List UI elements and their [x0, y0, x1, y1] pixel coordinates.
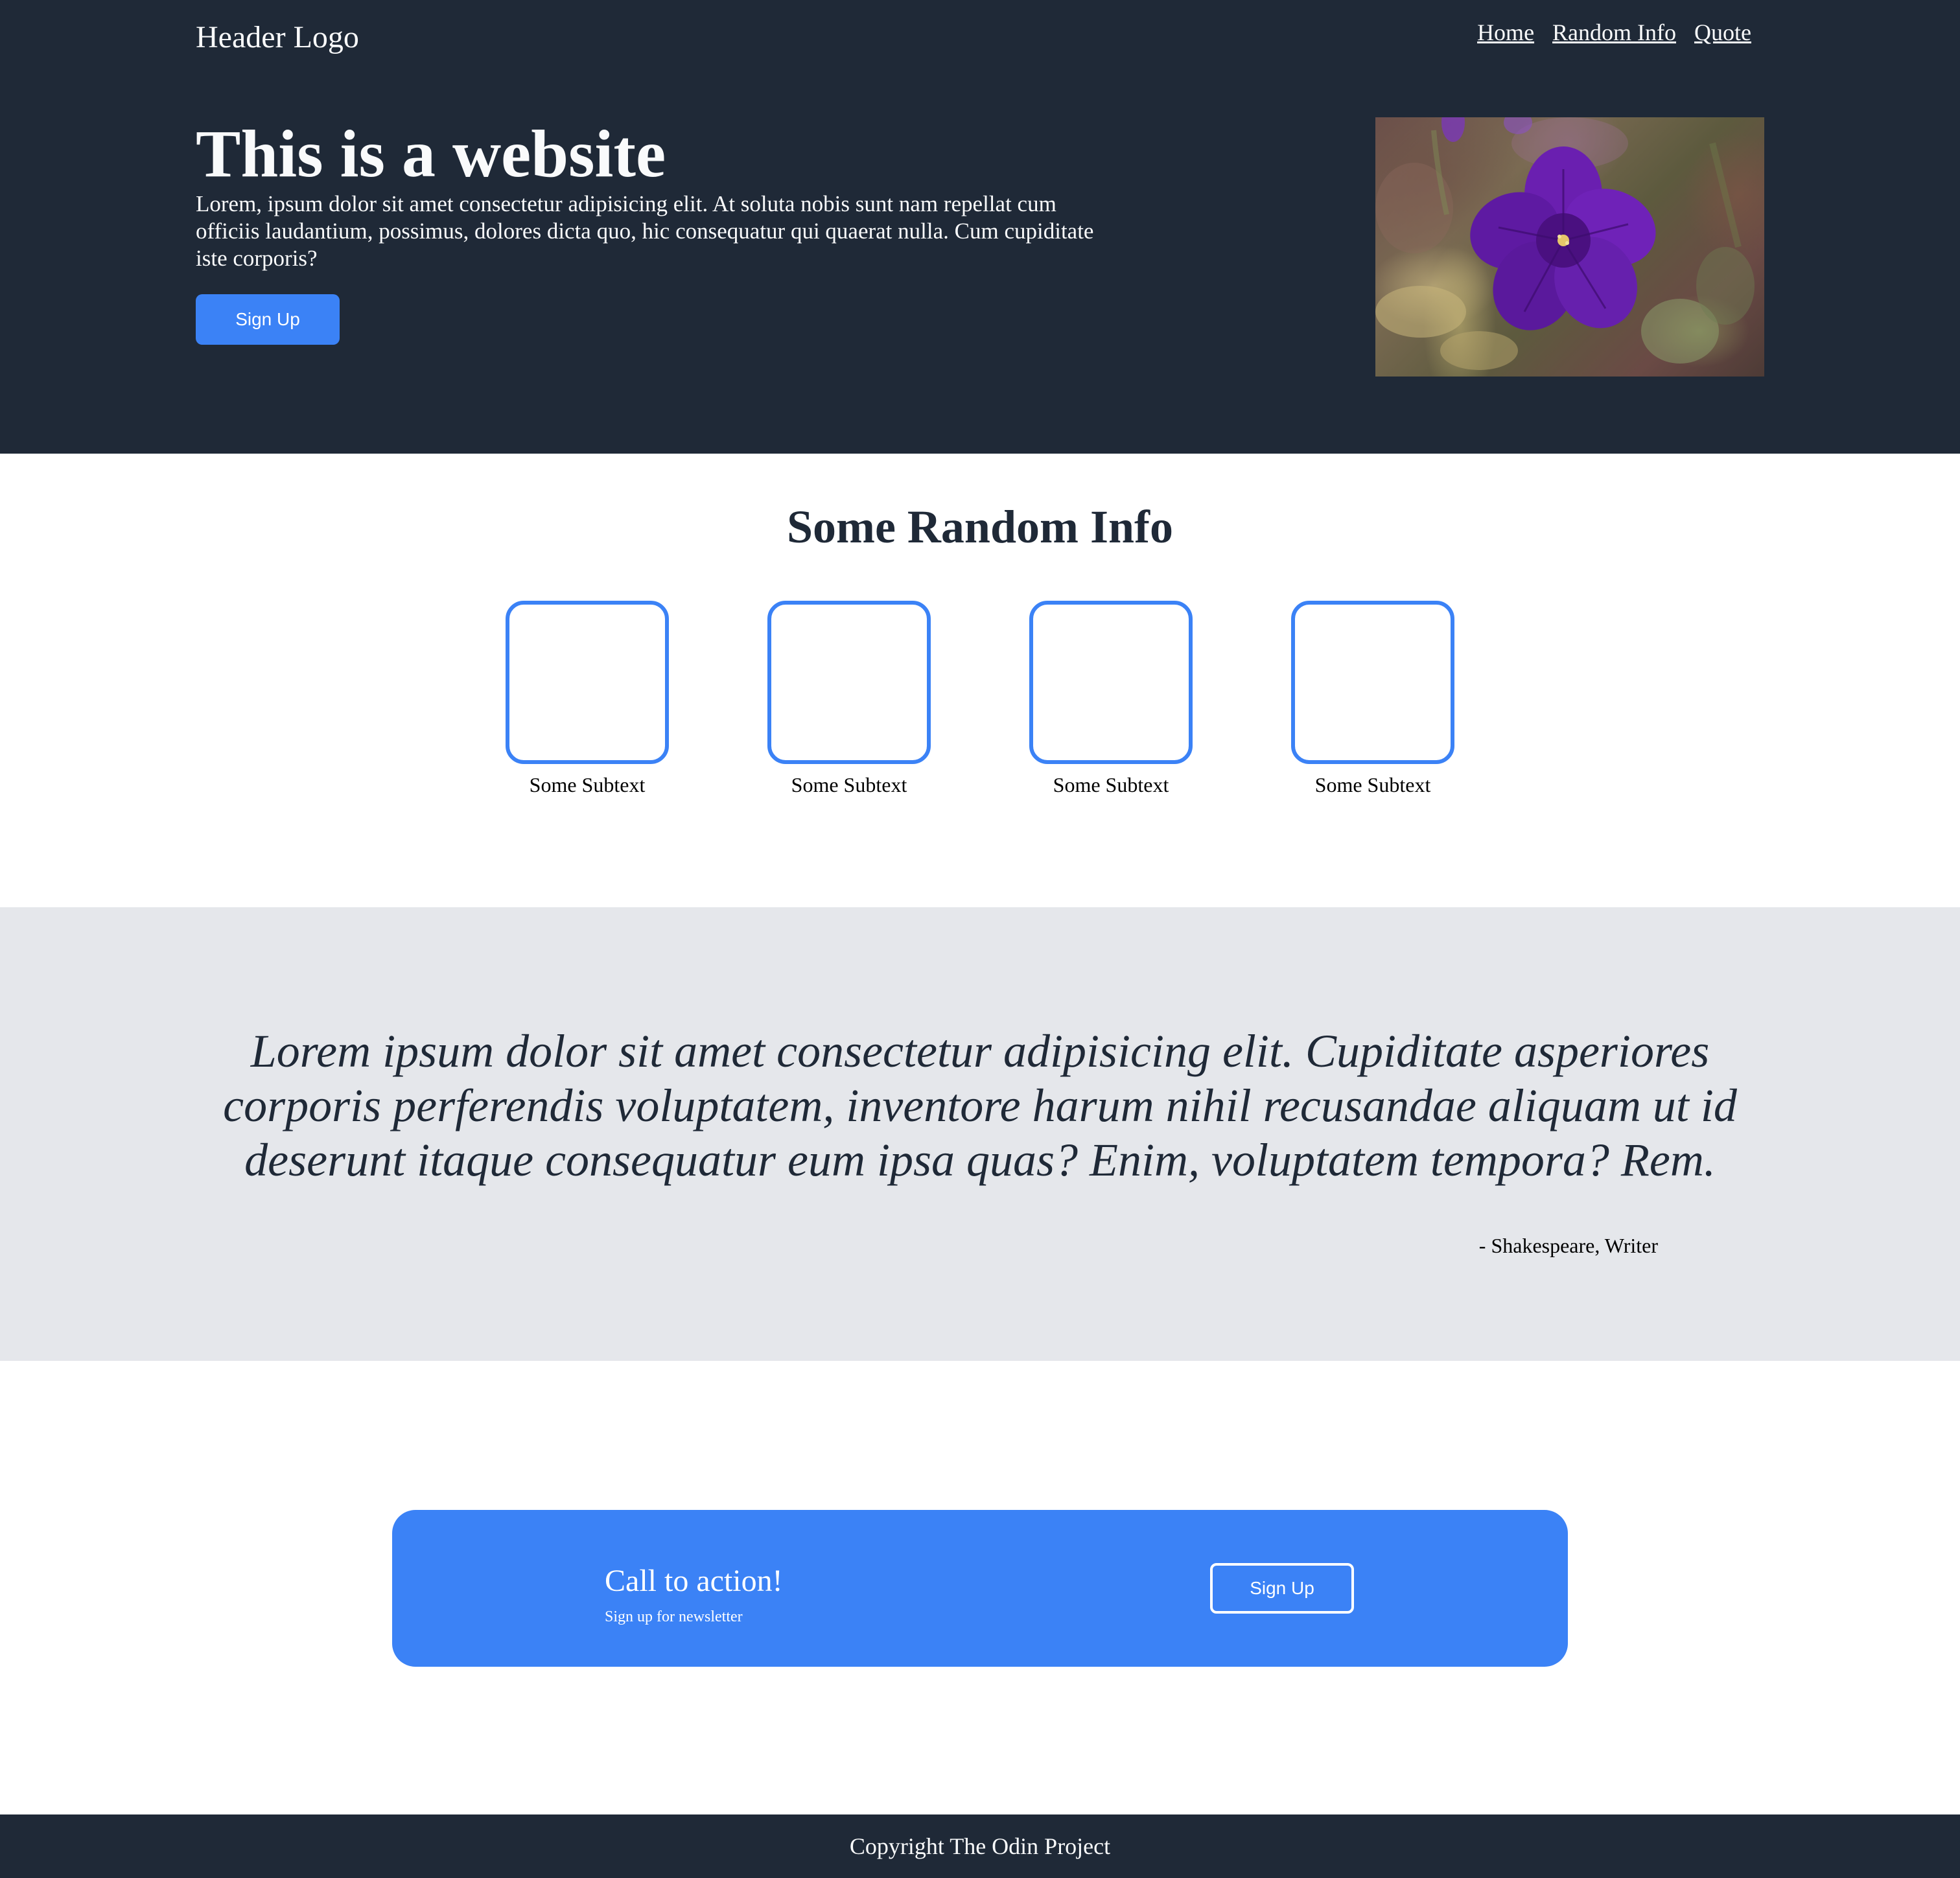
hero-description: Lorem, ipsum dolor sit amet consectetur …	[196, 191, 1094, 271]
info-card: Some Subtext	[506, 601, 669, 798]
cta-title: Call to action!	[605, 1564, 783, 1598]
info-card-image	[1029, 601, 1193, 764]
quote-text: Lorem ipsum dolor sit amet consectetur a…	[223, 1025, 1737, 1186]
hero-image	[1375, 117, 1764, 377]
info-section-title: Some Random Info	[786, 501, 1174, 553]
purple-flower-photo	[1375, 117, 1755, 370]
quote-author: - Shakespeare, Writer	[1478, 1234, 1658, 1257]
info-card-subtext: Some Subtext	[529, 773, 646, 796]
hero-sign-up-button[interactable]: Sign Up	[196, 294, 340, 345]
info-card-image	[506, 601, 669, 764]
nav-link-quote[interactable]: Quote	[1694, 17, 1751, 48]
header-logo[interactable]: Header Logo	[196, 18, 359, 57]
info-card: Some Subtext	[1291, 601, 1454, 798]
cta-subtitle: Sign up for newsletter	[605, 1608, 743, 1625]
hero-title: This is a website	[196, 117, 666, 191]
info-card-subtext: Some Subtext	[1053, 773, 1169, 796]
quote-section: Lorem ipsum dolor sit amet consectetur a…	[0, 907, 1960, 1361]
info-card: Some Subtext	[767, 601, 931, 798]
info-card-image	[1291, 601, 1454, 764]
nav-link-home[interactable]: Home	[1477, 17, 1534, 48]
info-card: Some Subtext	[1029, 601, 1193, 798]
nav-link-random-info[interactable]: Random Info	[1552, 17, 1676, 48]
cta-banner: Call to action! Sign up for newsletter S…	[392, 1510, 1568, 1667]
main-nav: Home Random Info Quote	[1477, 17, 1751, 48]
info-card-subtext: Some Subtext	[791, 773, 907, 796]
info-cards: Some Subtext Some Subtext Some Subtext S…	[506, 601, 1454, 798]
hero-section: Header Logo Home Random Info Quote This …	[0, 0, 1960, 454]
footer-copyright: Copyright The Odin Project	[849, 1833, 1111, 1859]
info-card-subtext: Some Subtext	[1314, 773, 1431, 796]
footer: Copyright The Odin Project	[0, 1814, 1960, 1878]
info-card-image	[767, 601, 931, 764]
cta-sign-up-button[interactable]: Sign Up	[1210, 1563, 1354, 1614]
